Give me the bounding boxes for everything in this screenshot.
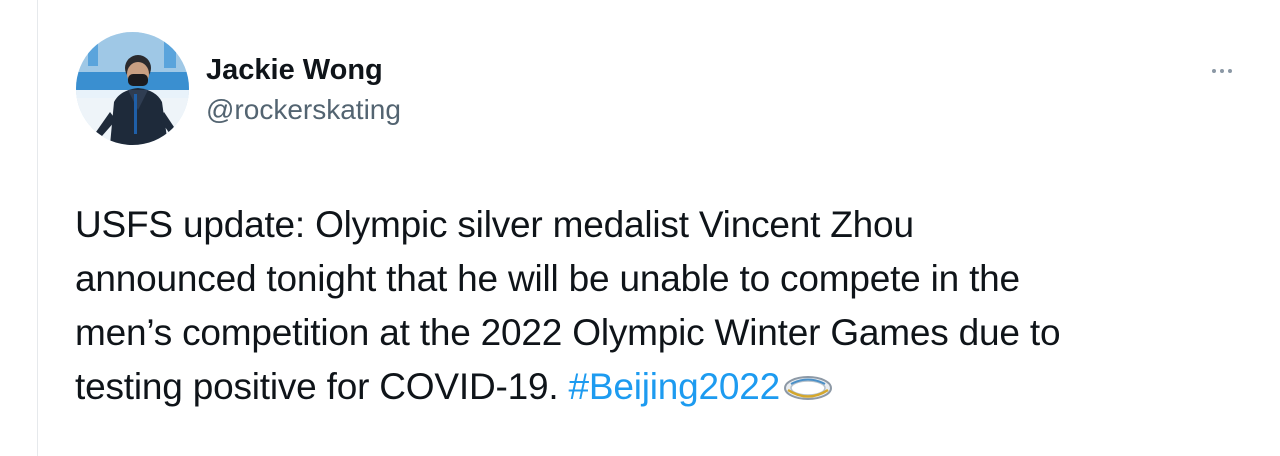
tweet-author: Jackie Wong @rockerskating xyxy=(206,53,401,127)
author-display-name[interactable]: Jackie Wong xyxy=(206,53,401,87)
olympic-ring-emoji-icon xyxy=(782,364,834,418)
tweet-text-line-last: testing positive for COVID-19. #Beijing2… xyxy=(75,360,1255,418)
more-options-button[interactable] xyxy=(1200,58,1244,84)
tweet-text-line: USFS update: Olympic silver medalist Vin… xyxy=(75,204,914,245)
tweet-text-line: testing positive for COVID-19. xyxy=(75,366,569,407)
avatar-image xyxy=(76,32,189,145)
more-options-icon xyxy=(1210,69,1234,73)
tweet-text: USFS update: Olympic silver medalist Vin… xyxy=(75,198,1255,418)
author-avatar[interactable] xyxy=(76,32,189,145)
tweet-text-line: men’s competition at the 2022 Olympic Wi… xyxy=(75,312,1061,353)
hashtag-link[interactable]: #Beijing2022 xyxy=(569,366,781,407)
tweet-card[interactable]: Jackie Wong @rockerskating USFS update: … xyxy=(0,0,1280,456)
tweet-text-line: announced tonight that he will be unable… xyxy=(75,258,1020,299)
author-handle[interactable]: @rockerskating xyxy=(206,93,401,127)
